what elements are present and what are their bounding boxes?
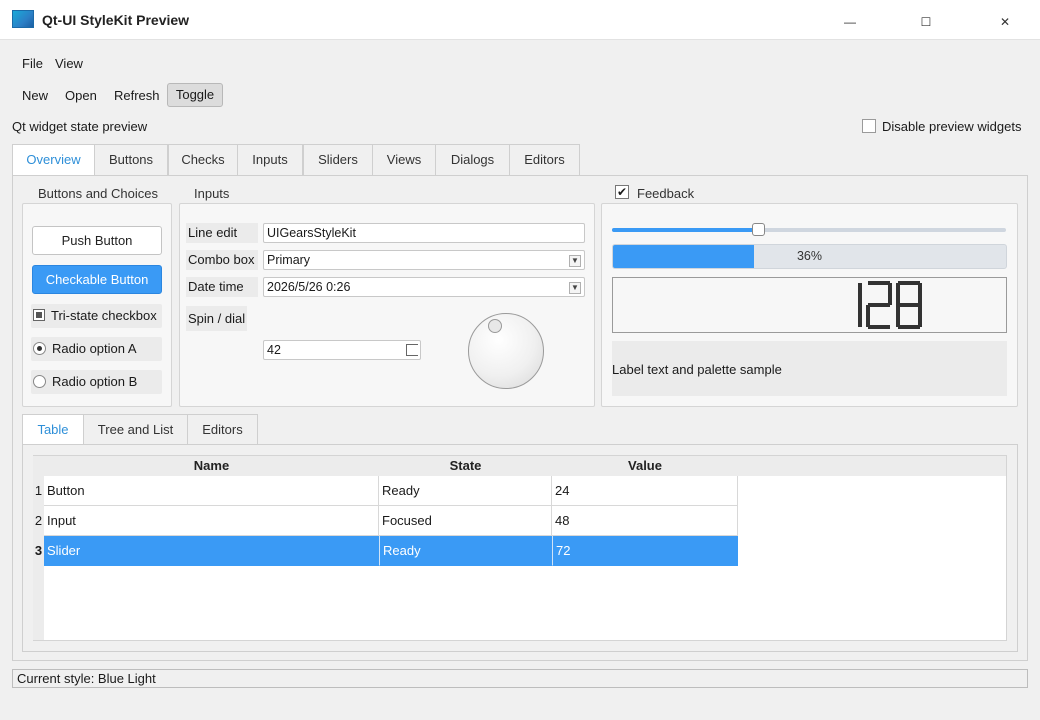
table-cell[interactable]: Button (44, 476, 379, 506)
table-cell-selected[interactable]: Ready (379, 536, 552, 566)
lcd-number-display: 128 (612, 277, 1007, 333)
slider-fill (612, 228, 758, 232)
column-header-name[interactable]: Name (44, 456, 379, 476)
lcd-digits (858, 281, 922, 329)
spin-arrows-icon[interactable] (406, 344, 418, 356)
dial-indicator (488, 319, 502, 333)
combo-label: Combo box (186, 250, 258, 270)
app-icon (12, 10, 34, 28)
toolbar-toggle-button[interactable]: Toggle (167, 83, 223, 107)
spin-dial-label: Spin / dial (186, 306, 247, 331)
progress-bar: 36% (612, 244, 1007, 269)
tristate-checkbox-row[interactable]: Tri-state checkbox (31, 304, 162, 328)
toolbar-new[interactable]: New (22, 87, 48, 105)
tab-buttons[interactable]: Buttons (94, 144, 168, 175)
row-header[interactable]: 3 (33, 536, 44, 566)
table-cell[interactable]: Input (44, 506, 379, 536)
tab-dialogs[interactable]: Dialogs (435, 144, 510, 175)
chevron-down-icon[interactable]: ▼ (569, 255, 581, 267)
combo-box[interactable]: Primary ▼ (263, 250, 585, 270)
close-button[interactable]: ✕ (985, 8, 1025, 36)
palette-sample: Label text and palette sample (612, 341, 1007, 396)
line-edit-label: Line edit (186, 223, 258, 243)
window-title: Qt-UI StyleKit Preview (42, 12, 190, 28)
preview-label: Qt widget state preview (12, 119, 148, 134)
combo-value: Primary (267, 253, 311, 267)
tristate-checkbox[interactable] (33, 309, 45, 321)
line-edit-field[interactable]: UIGearsStyleKit (263, 223, 585, 243)
checkable-button[interactable]: Checkable Button (32, 265, 162, 294)
progress-text: 36% (796, 249, 823, 263)
tab-views[interactable]: Views (372, 144, 436, 175)
radio-option-a-row[interactable]: Radio option A (31, 337, 162, 361)
maximize-button[interactable]: ☐ (906, 8, 946, 36)
tab-table[interactable]: Table (22, 414, 84, 446)
radio-b[interactable] (33, 375, 46, 388)
tab-sliders[interactable]: Sliders (303, 144, 373, 175)
toolbar-refresh[interactable]: Refresh (114, 87, 160, 105)
column-header-state[interactable]: State (379, 456, 552, 476)
tristate-label: Tri-state checkbox (51, 308, 157, 323)
tab-checks[interactable]: Checks (168, 144, 238, 175)
radio-a-label: Radio option A (52, 341, 137, 356)
group-title-buttons: Buttons and Choices (38, 186, 158, 201)
row-header-filler (33, 566, 44, 640)
table-cell[interactable]: 24 (552, 476, 738, 506)
dial[interactable] (468, 313, 544, 389)
tab-inputs[interactable]: Inputs (237, 144, 303, 175)
feedback-checkbox[interactable]: ✔ (615, 185, 629, 199)
spin-box[interactable]: 42 (263, 340, 421, 360)
row-header[interactable]: 1 (33, 476, 44, 506)
minimize-icon: — (844, 15, 856, 29)
disable-preview-label[interactable]: Disable preview widgets (882, 119, 1021, 134)
row-header[interactable]: 2 (33, 506, 44, 536)
datetime-label: Date time (186, 277, 258, 297)
radio-a[interactable] (33, 342, 46, 355)
table-cell-selected[interactable]: Slider (44, 536, 379, 566)
minimize-button[interactable]: — (830, 8, 870, 36)
column-header-value[interactable]: Value (552, 456, 738, 476)
disable-preview-checkbox[interactable] (862, 119, 876, 133)
palette-label: Label text and palette sample (612, 362, 782, 377)
status-bar: Current style: Blue Light (12, 669, 1028, 688)
datetime-value: 2026/5/26 0:26 (267, 280, 351, 294)
group-title-inputs: Inputs (194, 186, 230, 201)
table-cell[interactable]: 48 (552, 506, 738, 536)
maximize-icon: ☐ (920, 15, 932, 29)
table-corner[interactable] (33, 456, 44, 476)
toolbar-open[interactable]: Open (65, 87, 97, 105)
table-cell-selected[interactable]: 72 (552, 536, 738, 566)
tab-bottom-editors[interactable]: Editors (187, 414, 258, 445)
group-title-feedback: Feedback (637, 186, 695, 201)
radio-b-label: Radio option B (52, 374, 138, 389)
header-filler (738, 456, 1006, 476)
close-icon: ✕ (999, 15, 1011, 29)
menu-view[interactable]: View (55, 55, 83, 73)
tab-overview[interactable]: Overview (12, 144, 95, 176)
table-cell[interactable]: Ready (379, 476, 552, 506)
datetime-field[interactable]: 2026/5/26 0:26 ▼ (263, 277, 585, 297)
slider-handle[interactable] (752, 223, 765, 236)
spin-value: 42 (267, 343, 281, 357)
tab-editors[interactable]: Editors (509, 144, 580, 175)
menu-file[interactable]: File (22, 55, 43, 73)
radio-option-b-row[interactable]: Radio option B (31, 370, 162, 394)
tab-tree-and-list[interactable]: Tree and List (83, 414, 188, 445)
chevron-down-icon[interactable]: ▼ (569, 282, 581, 294)
table-cell[interactable]: Focused (379, 506, 552, 536)
push-button[interactable]: Push Button (32, 226, 162, 255)
